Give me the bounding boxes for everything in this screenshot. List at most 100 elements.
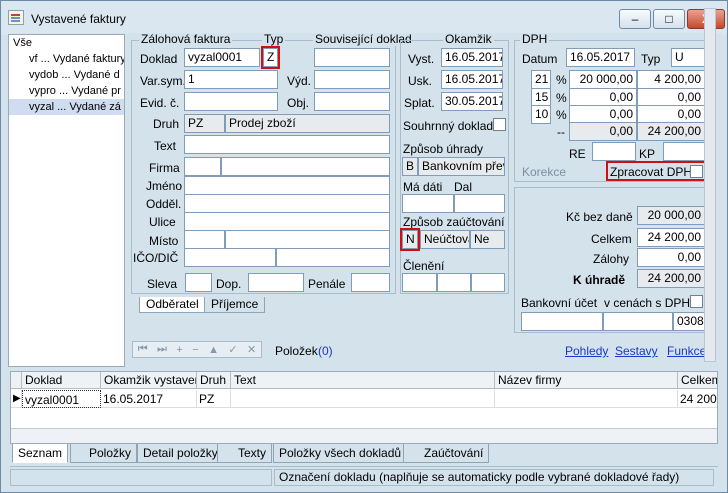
- tree-item-vypro[interactable]: vypro ... Vydané pr: [9, 83, 124, 99]
- col-text[interactable]: Text: [231, 372, 495, 389]
- text-field[interactable]: [184, 135, 390, 154]
- polozek-label: Položek: [275, 344, 318, 358]
- grid-hscrollbar[interactable]: [11, 428, 717, 443]
- col-druh[interactable]: Druh: [197, 372, 231, 389]
- cleneni-field-2[interactable]: [437, 273, 471, 292]
- varsym-field[interactable]: 1: [184, 70, 278, 89]
- celkem-field[interactable]: 24 200,00: [637, 228, 705, 247]
- dop-field[interactable]: [248, 273, 304, 292]
- cell-druh[interactable]: PZ: [197, 390, 231, 408]
- souhrnny-checkbox[interactable]: [493, 118, 506, 131]
- text-label: Text: [154, 139, 177, 153]
- jmeno-label: Jméno: [146, 179, 183, 193]
- jmeno-field[interactable]: [184, 176, 390, 195]
- vat-rate-1[interactable]: 21: [531, 70, 551, 89]
- dal-field[interactable]: [454, 194, 505, 213]
- cleneni-field-3[interactable]: [471, 273, 505, 292]
- cell-nazev[interactable]: [495, 390, 678, 408]
- uhrada-code-field[interactable]: B: [402, 157, 418, 176]
- tree-item-vydob[interactable]: vydob ... Vydané d: [9, 67, 124, 83]
- firma-code-field[interactable]: [184, 157, 221, 176]
- madati-field[interactable]: [402, 194, 454, 213]
- pohledy-link[interactable]: Pohledy: [565, 344, 608, 358]
- ucet-bank-field[interactable]: [603, 312, 673, 331]
- firma-name-field[interactable]: [221, 157, 390, 176]
- cleneni-field-1[interactable]: [402, 273, 437, 292]
- tab-odberatel[interactable]: Odběratel: [139, 297, 206, 313]
- vyd-field[interactable]: [314, 70, 390, 89]
- tree-item-vyzal[interactable]: vyzal ... Vydané zá: [9, 99, 124, 115]
- ico-field[interactable]: [184, 248, 276, 267]
- vat-pct-total: --: [557, 125, 565, 139]
- col-celkem[interactable]: Celkem: [678, 372, 717, 389]
- vcenach-checkbox[interactable]: [690, 295, 703, 308]
- tab-detail-polozky[interactable]: Detail položky: [137, 444, 224, 463]
- confirm-icon[interactable]: ✓: [228, 343, 237, 356]
- documents-grid[interactable]: Doklad Okamžik vystavení Druh Text Název…: [10, 371, 718, 444]
- doklad-field[interactable]: vyzal0001: [184, 48, 260, 67]
- tab-polozky[interactable]: Položky: [70, 444, 138, 463]
- splat-field[interactable]: 30.05.2017: [441, 92, 503, 111]
- kp-field[interactable]: [663, 142, 705, 161]
- zauct-name-field: Neúčtoval: [420, 230, 470, 249]
- up-icon[interactable]: ▲: [208, 344, 219, 356]
- remove-icon[interactable]: −: [192, 344, 198, 356]
- ucet-code-field[interactable]: 0308: [673, 312, 705, 331]
- cell-okamzik[interactable]: 16.05.2017: [101, 390, 197, 408]
- cancel-icon[interactable]: ✕: [247, 343, 256, 356]
- dic-field[interactable]: [276, 248, 390, 267]
- ulice-field[interactable]: [184, 212, 390, 231]
- psc-field[interactable]: [184, 230, 225, 249]
- col-nazev[interactable]: Název firmy: [495, 372, 678, 389]
- cell-text[interactable]: [231, 390, 495, 408]
- sestavy-link[interactable]: Sestavy: [615, 344, 658, 358]
- ucet-field[interactable]: [521, 312, 603, 331]
- cell-doklad[interactable]: vyzal0001: [22, 390, 101, 408]
- tab-polozky-vsech[interactable]: Položky všech dokladů: [273, 444, 408, 463]
- vat-base-1[interactable]: 20 000,00: [569, 70, 637, 89]
- vyd-label: Výd.: [287, 74, 312, 88]
- tree-item-all[interactable]: Vše: [9, 35, 124, 51]
- maximize-button[interactable]: □: [653, 9, 685, 29]
- oddel-field[interactable]: [184, 194, 390, 213]
- related-doc-field[interactable]: [314, 48, 390, 67]
- kuhrade-field: 24 200,00: [637, 269, 705, 288]
- tab-zauctovani[interactable]: Zaúčtování: [403, 444, 490, 463]
- col-doklad[interactable]: Doklad: [22, 372, 101, 389]
- zalohy-field[interactable]: 0,00: [637, 248, 705, 267]
- zauct-code-field[interactable]: N: [400, 228, 420, 251]
- druh-code-field[interactable]: PZ: [184, 114, 225, 133]
- col-okamzik[interactable]: Okamžik vystavení: [101, 372, 197, 389]
- obj-field[interactable]: [314, 92, 390, 111]
- funkce-link[interactable]: Funkce: [667, 344, 706, 358]
- evid-field[interactable]: [184, 92, 278, 111]
- tree-item-vf[interactable]: vf ... Vydané faktury: [9, 51, 124, 67]
- first-icon[interactable]: ⏮: [138, 343, 148, 356]
- dal-label: Dal: [454, 180, 473, 194]
- korekce-label[interactable]: Korekce: [522, 165, 566, 179]
- doc-series-tree[interactable]: Vše vf ... Vydané faktury vydob ... Vyda…: [8, 34, 125, 367]
- penale-field[interactable]: [351, 273, 390, 292]
- cell-celkem[interactable]: 24 200: [678, 390, 717, 408]
- tab-seznam[interactable]: Seznam: [12, 444, 69, 463]
- row-pointer-icon: ▶: [11, 390, 22, 408]
- cleneni-label: Členění: [403, 259, 445, 273]
- tab-prijemce[interactable]: Příjemce: [204, 297, 266, 313]
- vat-tax-1[interactable]: 4 200,00: [637, 70, 705, 89]
- zpracovat-dph-checkbox[interactable]: [690, 165, 703, 178]
- vyst-field[interactable]: 16.05.2017: [441, 48, 503, 67]
- last-icon[interactable]: ⏭: [157, 343, 167, 356]
- usk-field[interactable]: 16.05.2017: [441, 70, 503, 89]
- minimize-button[interactable]: –: [619, 9, 651, 29]
- re-field[interactable]: [592, 142, 636, 161]
- vat-datum-field[interactable]: 16.05.2017: [566, 48, 635, 67]
- sleva-field[interactable]: [185, 273, 212, 292]
- vat-typ-field[interactable]: U: [671, 48, 705, 67]
- invoice-group-label: Zálohová faktura: [139, 32, 233, 46]
- type-field[interactable]: Z: [261, 46, 280, 69]
- vat-rate-3[interactable]: 10: [531, 105, 551, 124]
- misto-field[interactable]: [225, 230, 390, 249]
- vertical-scrollbar[interactable]: [704, 8, 716, 362]
- add-icon[interactable]: +: [176, 344, 182, 356]
- tab-texty[interactable]: Texty: [217, 444, 273, 463]
